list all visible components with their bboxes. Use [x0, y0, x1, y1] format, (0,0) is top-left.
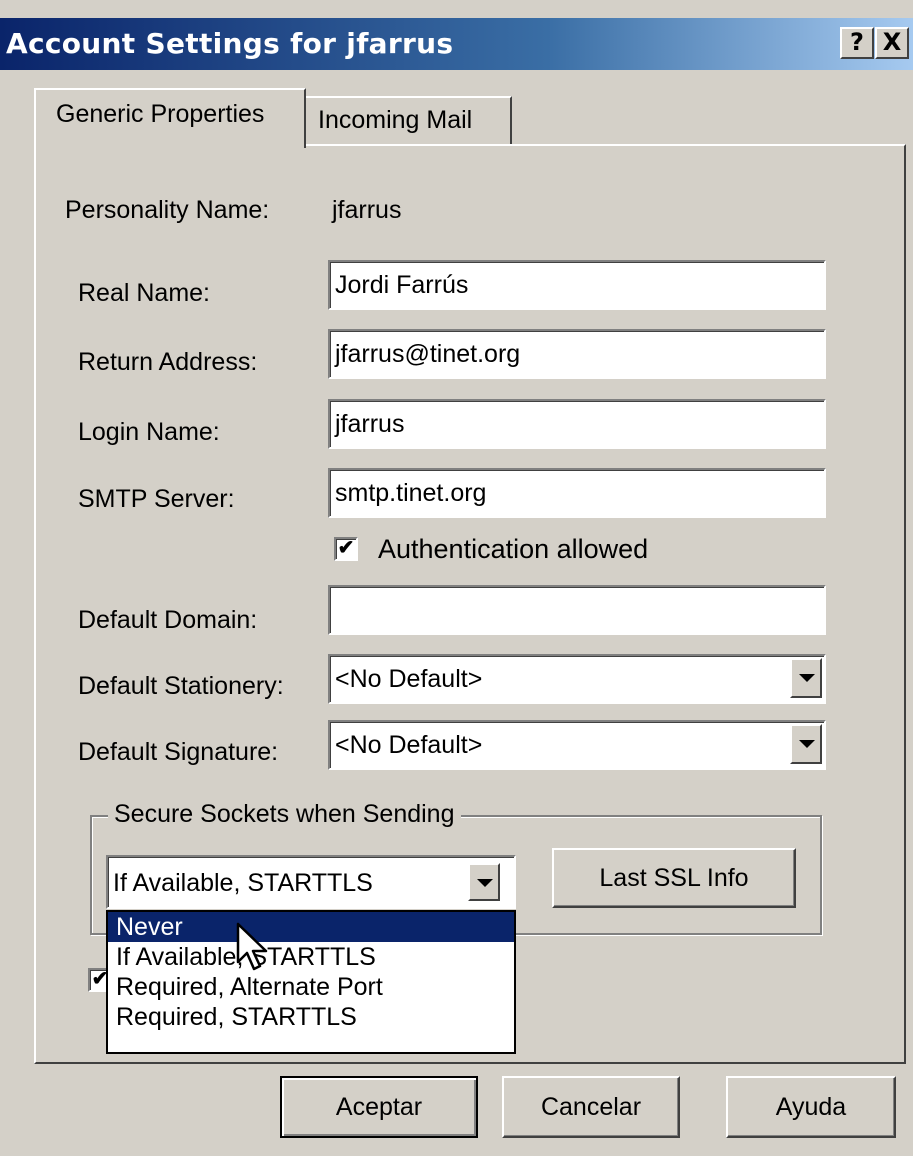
- personality-name-label: Personality Name:: [65, 196, 270, 224]
- mouse-pointer-icon: [236, 922, 268, 971]
- dropdown-option-never[interactable]: Never: [108, 912, 514, 942]
- tab-incoming-mail[interactable]: Incoming Mail: [306, 96, 512, 144]
- real-name-label: Real Name:: [78, 279, 210, 307]
- default-stationery-value: <No Default>: [335, 665, 483, 693]
- return-address-label: Return Address:: [78, 348, 258, 376]
- cancel-button[interactable]: Cancelar: [502, 1076, 680, 1138]
- default-stationery-label: Default Stationery:: [78, 672, 284, 700]
- default-signature-label: Default Signature:: [78, 738, 279, 766]
- ok-button[interactable]: Aceptar: [280, 1076, 478, 1138]
- secure-sockets-dropdown-list: Never If Available, STARTTLS Required, A…: [106, 910, 516, 1054]
- default-domain-label: Default Domain:: [78, 606, 258, 634]
- chevron-down-icon[interactable]: [790, 658, 822, 698]
- authentication-checkbox[interactable]: ✔: [334, 537, 358, 561]
- chevron-down-icon[interactable]: [468, 863, 500, 901]
- chevron-down-icon[interactable]: [790, 724, 822, 764]
- default-stationery-select[interactable]: <No Default>: [328, 654, 826, 704]
- title-bar[interactable]: Account Settings for jfarrus ? X: [0, 18, 913, 70]
- smtp-server-field[interactable]: smtp.tinet.org: [328, 468, 826, 518]
- login-name-field[interactable]: jfarrus: [328, 399, 826, 449]
- help-button[interactable]: Ayuda: [726, 1076, 896, 1138]
- tab-generic-properties[interactable]: Generic Properties: [34, 88, 306, 148]
- smtp-server-label: SMTP Server:: [78, 485, 235, 513]
- return-address-field[interactable]: jfarrus@tinet.org: [328, 329, 826, 379]
- window-title: Account Settings for jfarrus: [6, 27, 454, 60]
- dropdown-option-required-alternate-port[interactable]: Required, Alternate Port: [108, 972, 514, 1002]
- secure-sockets-value: If Available, STARTTLS: [113, 869, 373, 897]
- default-signature-select[interactable]: <No Default>: [328, 720, 826, 770]
- last-ssl-info-button[interactable]: Last SSL Info: [552, 848, 796, 908]
- secure-sockets-title: Secure Sockets when Sending: [108, 800, 461, 829]
- personality-name-value: jfarrus: [332, 196, 402, 224]
- help-title-button[interactable]: ?: [840, 27, 874, 59]
- account-settings-dialog: Account Settings for jfarrus ? X Generic…: [0, 0, 913, 1156]
- real-name-field[interactable]: Jordi Farrús: [328, 260, 826, 310]
- secure-sockets-select[interactable]: If Available, STARTTLS: [106, 855, 516, 909]
- default-signature-value: <No Default>: [335, 731, 483, 759]
- login-name-label: Login Name:: [78, 418, 220, 446]
- default-domain-field[interactable]: [328, 585, 826, 635]
- authentication-label: Authentication allowed: [378, 534, 649, 564]
- close-button[interactable]: X: [875, 27, 909, 59]
- dropdown-option-required-starttls[interactable]: Required, STARTTLS: [108, 1002, 514, 1032]
- dropdown-option-if-available-starttls[interactable]: If Available, STARTTLS: [108, 942, 514, 972]
